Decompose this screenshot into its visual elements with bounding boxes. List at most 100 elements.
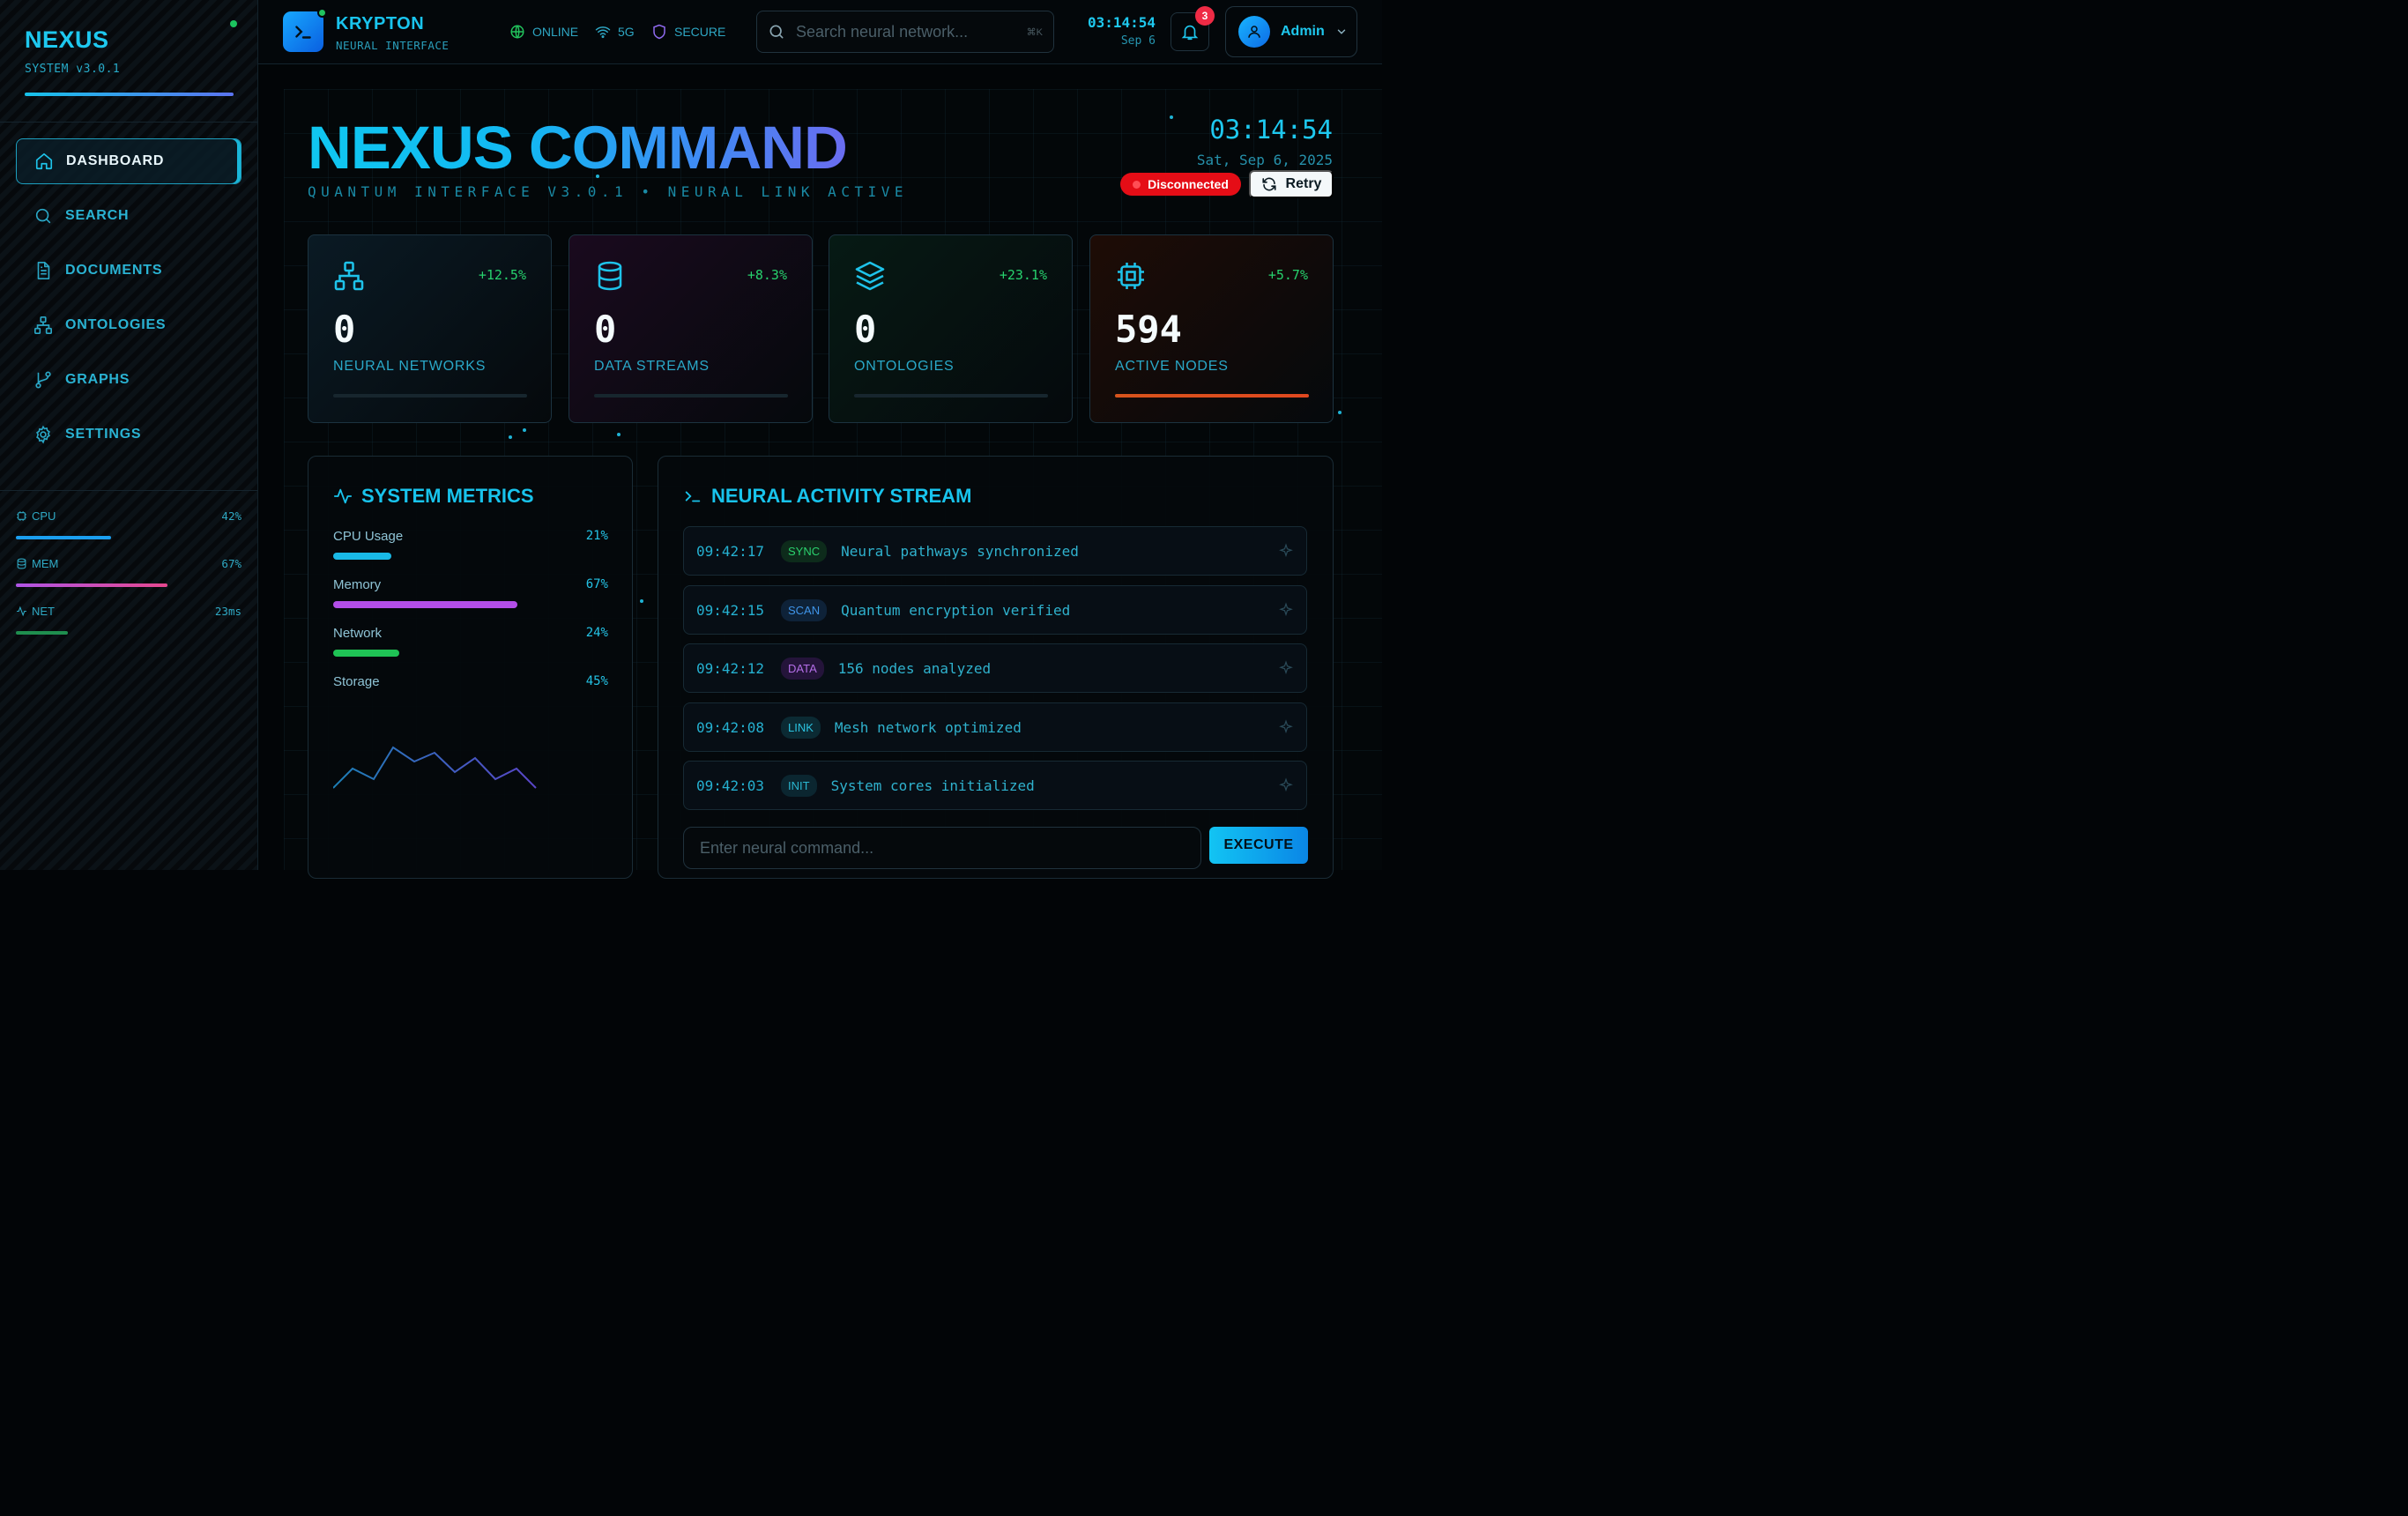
gear-icon xyxy=(36,425,50,444)
entry-time: 09:42:12 xyxy=(696,659,765,677)
entry-message: Quantum encryption verified xyxy=(841,601,1071,619)
terminal-icon xyxy=(295,26,311,39)
online-indicator xyxy=(317,8,327,18)
stat-label: ACTIVE NODES xyxy=(1115,359,1229,374)
main-clock: 03:14:54 xyxy=(1209,115,1333,145)
status-label: 5G xyxy=(618,25,635,39)
database-icon xyxy=(17,558,26,568)
metric-value: 45% xyxy=(585,674,608,688)
sidebar-item-ontologies[interactable]: ONTOLOGIES xyxy=(16,302,242,348)
retry-button[interactable]: Retry xyxy=(1249,170,1334,198)
activity-entry[interactable]: 09:42:12 DATA 156 nodes analyzed xyxy=(683,643,1307,693)
stat-card-active-nodes[interactable]: +5.7% 594 ACTIVE NODES xyxy=(1089,234,1334,423)
activity-sparkline xyxy=(333,746,537,789)
document-icon xyxy=(37,262,50,279)
sidebar-item-label: SETTINGS xyxy=(65,427,142,442)
stat-change: +8.3% xyxy=(747,267,787,283)
stat-card-neural-networks[interactable]: +12.5% 0 NEURAL NETWORKS xyxy=(308,234,552,423)
stat-card-data-streams[interactable]: +8.3% 0 DATA STREAMS xyxy=(569,234,813,423)
stat-progress-bar xyxy=(333,394,527,398)
metric-value: 24% xyxy=(585,626,608,640)
command-input[interactable] xyxy=(700,838,1185,858)
metric-value: 21% xyxy=(585,529,608,543)
activity-entry[interactable]: 09:42:17 SYNC Neural pathways synchroniz… xyxy=(683,526,1307,576)
entry-tag: SYNC xyxy=(781,539,828,562)
metric-track xyxy=(333,601,608,608)
layers-icon xyxy=(855,261,885,291)
mini-metrics: CPU 42% MEM 67% NET 23ms xyxy=(16,507,242,650)
metric-fill xyxy=(333,650,399,657)
activity-entry[interactable]: 09:42:15 SCAN Quantum encryption verifie… xyxy=(683,585,1307,635)
metric-cpu-usage: CPU Usage 21% xyxy=(333,529,608,560)
main-date: Sat, Sep 6, 2025 xyxy=(1196,152,1333,168)
metric-value: 67% xyxy=(585,577,608,591)
stat-progress-bar xyxy=(1115,394,1309,398)
sidebar-item-dashboard[interactable]: DASHBOARD xyxy=(16,138,242,184)
sidebar-item-label: GRAPHS xyxy=(65,372,130,387)
stat-change: +12.5% xyxy=(478,267,526,283)
entry-time: 09:42:17 xyxy=(696,542,765,560)
globe-icon xyxy=(510,25,524,39)
sidebar-item-label: DOCUMENTS xyxy=(65,263,163,278)
shield-icon xyxy=(653,24,665,40)
top-header: KRYPTON NEURAL INTERFACE ONLINE 5G SECUR… xyxy=(258,0,1382,64)
mini-metric-bar xyxy=(16,583,167,587)
sparkle-icon xyxy=(1279,602,1293,617)
mini-metric-mem: MEM 67% xyxy=(16,554,242,572)
stat-label: DATA STREAMS xyxy=(594,359,710,374)
stat-change: +23.1% xyxy=(999,267,1047,283)
app-logo[interactable] xyxy=(283,8,327,52)
mini-metric-label: CPU xyxy=(32,509,56,523)
wifi-icon xyxy=(595,26,611,39)
stat-card-ontologies[interactable]: +23.1% 0 ONTOLOGIES xyxy=(829,234,1073,423)
header-time: 03:14:54 xyxy=(1087,14,1156,31)
metric-track xyxy=(333,698,608,705)
stat-value: 594 xyxy=(1115,308,1182,351)
sparkle-icon xyxy=(1279,719,1293,734)
panel-title: SYSTEM METRICS xyxy=(333,485,534,508)
app-subtitle: NEURAL INTERFACE xyxy=(336,39,450,52)
metric-memory: Memory 67% xyxy=(333,577,608,608)
entry-message: Mesh network optimized xyxy=(834,718,1022,736)
metric-label: CPU Usage xyxy=(333,529,404,544)
particle xyxy=(1338,411,1341,414)
page-title: NEXUS COMMAND xyxy=(308,114,848,182)
sidebar-item-graphs[interactable]: GRAPHS xyxy=(16,357,242,403)
metric-track xyxy=(333,553,608,560)
mini-metric-value: 42% xyxy=(221,509,242,523)
sidebar-item-search[interactable]: SEARCH xyxy=(16,193,242,239)
sparkle-icon xyxy=(1279,777,1293,792)
sidebar-nav: DASHBOARD SEARCH DOCUMENTS ONTOLOGIES GR… xyxy=(16,138,242,466)
metric-label: Storage xyxy=(333,674,380,689)
command-input-wrapper[interactable] xyxy=(683,827,1201,869)
sidebar: NEXUS SYSTEM v3.0.1 DASHBOARD SEARCH DOC… xyxy=(0,0,258,870)
cpu-icon xyxy=(1118,263,1144,289)
notifications-button[interactable]: 3 xyxy=(1171,6,1215,51)
metric-storage: Storage 45% xyxy=(333,674,608,705)
search-box[interactable]: ⌘K xyxy=(756,11,1054,53)
execute-button[interactable]: EXECUTE xyxy=(1209,827,1308,864)
activity-entry[interactable]: 09:42:08 LINK Mesh network optimized xyxy=(683,702,1307,752)
refresh-icon xyxy=(1261,177,1276,191)
sidebar-item-settings[interactable]: SETTINGS xyxy=(16,412,242,457)
sidebar-divider xyxy=(0,490,258,491)
mini-metric-label: MEM xyxy=(32,556,59,570)
user-menu[interactable]: Admin xyxy=(1225,6,1357,57)
brand-version: SYSTEM v3.0.1 xyxy=(25,63,121,76)
stat-value: 0 xyxy=(854,308,877,351)
connection-status-label: Disconnected xyxy=(1148,177,1229,191)
home-icon xyxy=(35,152,53,170)
sidebar-item-documents[interactable]: DOCUMENTS xyxy=(16,248,242,294)
stat-label: ONTOLOGIES xyxy=(854,359,955,374)
git-branch-icon xyxy=(35,371,51,389)
metric-fill xyxy=(333,553,391,560)
stat-value: 0 xyxy=(594,308,617,351)
brand-progress-bar xyxy=(25,93,234,96)
header-date: Sep 6 xyxy=(1120,34,1156,48)
sidebar-item-label: ONTOLOGIES xyxy=(65,317,167,332)
search-input[interactable] xyxy=(796,22,1016,41)
stat-progress-bar xyxy=(594,394,788,398)
chevron-down-icon xyxy=(1337,29,1345,34)
activity-entry[interactable]: 09:42:03 INIT System cores initialized xyxy=(683,761,1307,810)
mini-metric-bar xyxy=(16,631,68,635)
